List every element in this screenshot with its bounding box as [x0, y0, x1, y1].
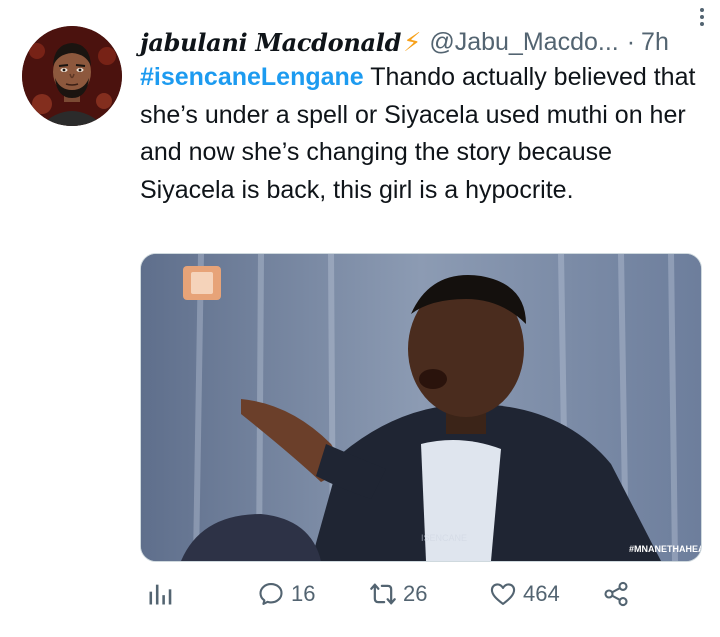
display-name[interactable]: jabulani Macdonald	[140, 28, 401, 57]
tweet-header: jabulani Macdonald ⚡ @Jabu_Macdo... · 7h	[140, 24, 700, 60]
share-icon	[604, 581, 628, 607]
separator-dot: ·	[626, 27, 636, 56]
tv-scene-illustration: #MNANETHAHEA ISENCANE	[141, 254, 701, 561]
avatar[interactable]	[22, 26, 122, 126]
tweet[interactable]: jabulani Macdonald ⚡ @Jabu_Macdo... · 7h…	[0, 0, 720, 637]
heart-icon	[490, 583, 516, 605]
reply-count: 16	[291, 581, 316, 606]
reply-button[interactable]: 16	[257, 578, 315, 610]
analytics-button[interactable]	[146, 578, 180, 610]
bar-chart-icon	[149, 584, 172, 605]
media-watermark: #MNANETHAHEA	[629, 544, 701, 554]
more-options-icon[interactable]	[690, 6, 714, 30]
timestamp[interactable]: 7h	[641, 28, 669, 57]
tweet-actions: 16 26 464	[140, 570, 700, 620]
retweet-icon	[370, 583, 396, 605]
channel-logo	[183, 266, 221, 300]
retweet-count: 26	[403, 581, 428, 606]
reply-icon	[259, 583, 283, 605]
media-logo-text: ISENCANE	[421, 533, 467, 543]
tweet-text: #isencaneLengane Thando actually believe…	[140, 59, 700, 209]
lightning-bolt-icon: ⚡	[403, 27, 422, 57]
like-button[interactable]: 464	[489, 578, 560, 610]
user-handle[interactable]: @Jabu_Macdo...	[429, 28, 618, 57]
retweet-button[interactable]: 26	[369, 578, 427, 610]
share-button[interactable]	[602, 578, 636, 610]
like-count: 464	[523, 581, 560, 606]
media-image[interactable]: #MNANETHAHEA ISENCANE	[140, 253, 702, 562]
hashtag-link[interactable]: #isencaneLengane	[140, 63, 364, 91]
avatar-illustration	[22, 26, 122, 126]
